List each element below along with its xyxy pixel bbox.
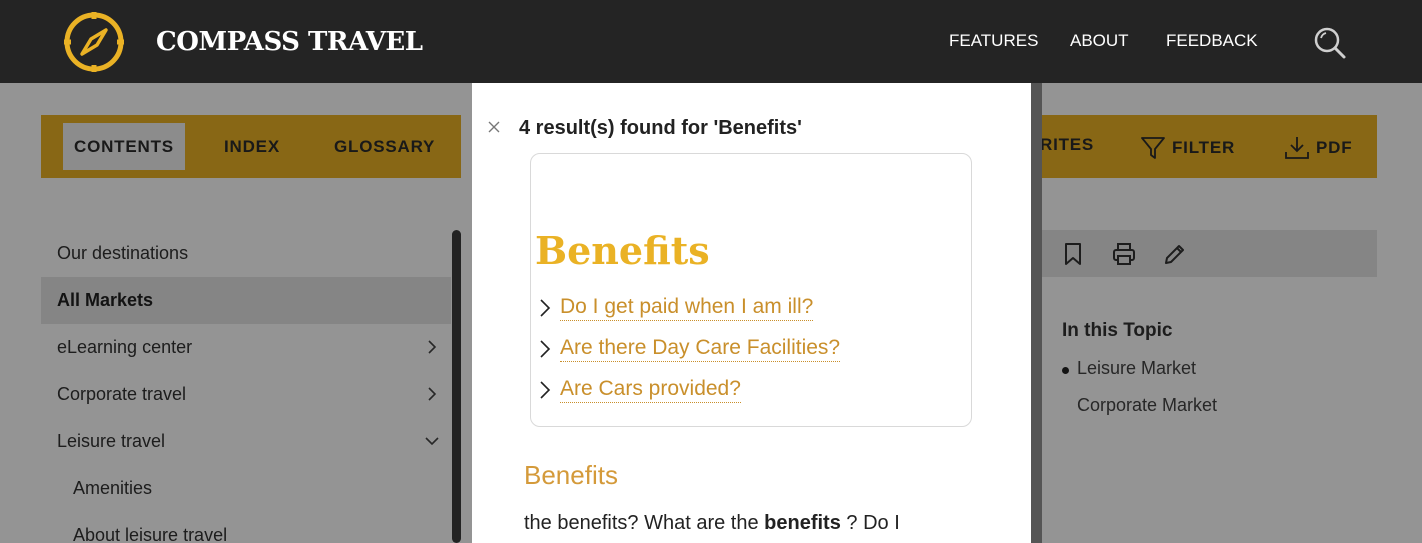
search-icon[interactable] bbox=[1313, 26, 1347, 60]
result-link-text: Are there Day Care Facilities? bbox=[560, 336, 841, 362]
snippet-text: ? Do I bbox=[840, 512, 900, 534]
result-title[interactable]: Benefits bbox=[524, 460, 618, 491]
result-snippet: the benefits? What are the benefits ? Do… bbox=[524, 512, 900, 535]
result-card-title[interactable]: Benefits bbox=[535, 228, 710, 273]
close-icon[interactable] bbox=[488, 121, 500, 133]
nav-about[interactable]: ABOUT bbox=[1070, 31, 1129, 51]
chevron-right-icon bbox=[540, 381, 551, 399]
result-link[interactable]: Are Cars provided? bbox=[538, 377, 741, 403]
nav-feedback[interactable]: FEEDBACK bbox=[1166, 31, 1258, 51]
nav-features[interactable]: FEATURES bbox=[949, 31, 1038, 51]
snippet-highlight: benefits bbox=[764, 512, 841, 534]
result-link[interactable]: Are there Day Care Facilities? bbox=[538, 336, 841, 362]
chevron-right-icon bbox=[540, 340, 551, 358]
top-header: COMPASS TRAVEL FEATURES ABOUT FEEDBACK bbox=[0, 0, 1422, 83]
result-link-text: Are Cars provided? bbox=[560, 377, 741, 403]
compass-icon[interactable] bbox=[62, 10, 126, 74]
chevron-right-icon bbox=[540, 299, 551, 317]
result-link-text: Do I get paid when I am ill? bbox=[560, 295, 814, 321]
snippet-text: the benefits? What are the bbox=[524, 512, 765, 534]
search-results-scrollbar[interactable] bbox=[1031, 83, 1042, 543]
brand-name[interactable]: COMPASS TRAVEL bbox=[156, 27, 423, 57]
result-link[interactable]: Do I get paid when I am ill? bbox=[538, 295, 814, 321]
search-results-heading: 4 result(s) found for 'Benefits' bbox=[519, 117, 802, 139]
